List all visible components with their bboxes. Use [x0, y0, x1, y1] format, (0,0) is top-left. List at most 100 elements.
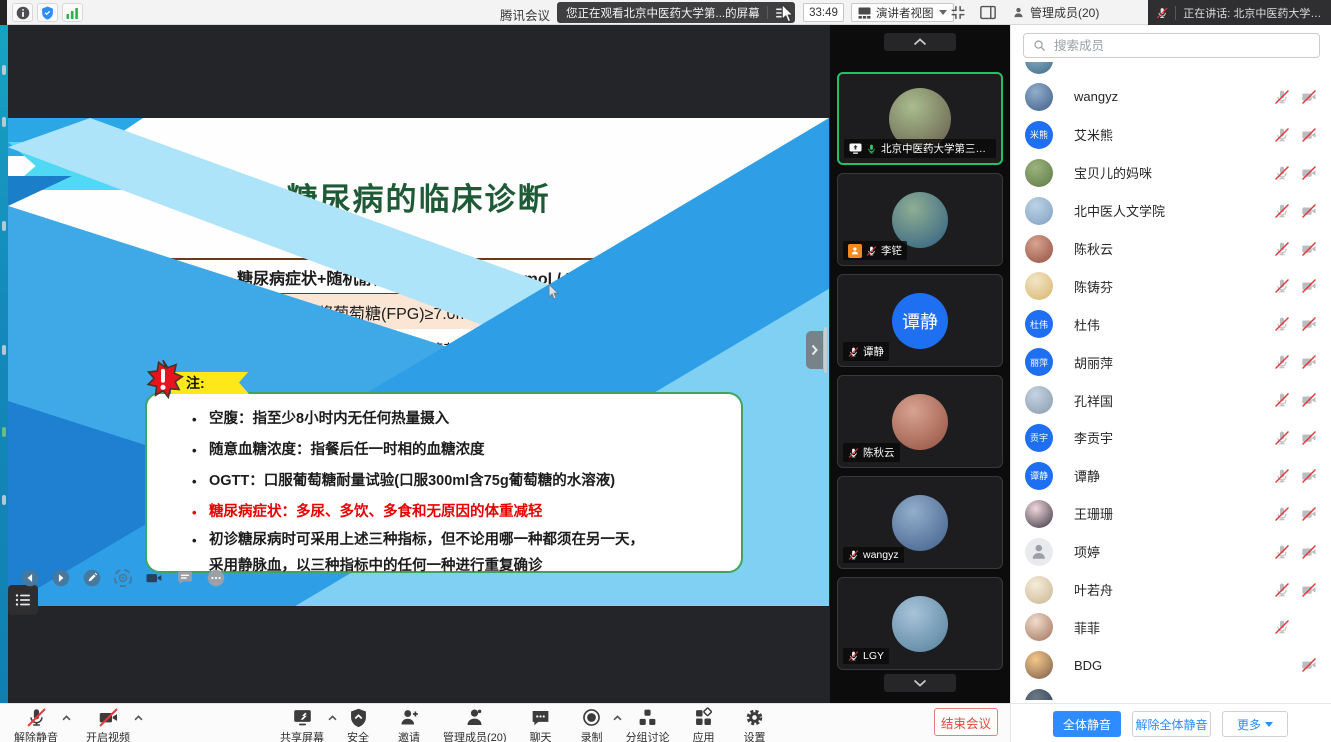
- mic-muted-icon[interactable]: [1273, 203, 1291, 219]
- chevron-up-icon[interactable]: [613, 715, 622, 721]
- member-row[interactable]: 菲菲: [1011, 608, 1331, 646]
- member-row[interactable]: 宝贝儿的妈咪: [1011, 154, 1331, 192]
- mic-muted-icon[interactable]: [1273, 165, 1291, 181]
- camera-off-icon[interactable]: [1300, 506, 1318, 522]
- member-row[interactable]: wangyz: [1011, 78, 1331, 116]
- toolbar-item-apps[interactable]: 应用: [687, 706, 721, 742]
- view-mode-dropdown[interactable]: 演讲者视图: [851, 3, 954, 22]
- mic-muted-icon[interactable]: [1273, 241, 1291, 257]
- camera-off-icon[interactable]: [1300, 241, 1318, 257]
- camera-off-icon[interactable]: [1300, 165, 1318, 181]
- member-row[interactable]: BDG: [1011, 646, 1331, 684]
- slide-control-comment-button[interactable]: [176, 569, 194, 587]
- video-tile[interactable]: 陈秋云: [837, 375, 1003, 468]
- member-row[interactable]: 陈秋云: [1011, 230, 1331, 268]
- member-row[interactable]: 王珊珊: [1011, 495, 1331, 533]
- mic-muted-icon[interactable]: [1273, 127, 1291, 143]
- mute-all-button[interactable]: 全体静音: [1053, 711, 1121, 737]
- member-row[interactable]: 项婷: [1011, 533, 1331, 571]
- video-tile[interactable]: wangyz: [837, 476, 1003, 569]
- avatar: 杜伟: [1025, 310, 1053, 338]
- video-tile[interactable]: 李铓: [837, 173, 1003, 266]
- side-panel-toggle-button[interactable]: [978, 3, 998, 22]
- camera-off-icon[interactable]: [1300, 203, 1318, 219]
- slide-control-more-button[interactable]: [207, 569, 225, 587]
- member-list[interactable]: wangyz米熊艾米熊宝贝儿的妈咪北中医人文学院陈秋云陈铸芬杜伟杜伟丽萍胡丽萍孔…: [1011, 62, 1331, 700]
- member-name: 项婷: [1074, 542, 1100, 561]
- member-row[interactable]: 米熊艾米熊: [1011, 116, 1331, 154]
- member-row[interactable]: 北中医人文学院: [1011, 192, 1331, 230]
- toolbar-item-members[interactable]: 管理成员(20): [443, 706, 507, 742]
- camera-off-icon[interactable]: [1300, 354, 1318, 370]
- camera-off-icon[interactable]: [1300, 89, 1318, 105]
- member-row[interactable]: 贡宇李贡宇: [1011, 419, 1331, 457]
- speaking-label: 正在讲话: 北京中医药大学第三...: [1183, 5, 1323, 21]
- search-input[interactable]: [1023, 33, 1320, 58]
- mic-muted-icon[interactable]: [1273, 544, 1291, 560]
- annotation-list-button[interactable]: [8, 585, 38, 615]
- scrollbar-thumb[interactable]: [824, 327, 827, 373]
- toolbar-item-shield[interactable]: 安全: [341, 706, 375, 742]
- toolbar-item-chat[interactable]: 聊天: [524, 706, 558, 742]
- camera-off-icon[interactable]: [1300, 544, 1318, 560]
- camera-off-icon[interactable]: [1300, 430, 1318, 446]
- camera-off-icon[interactable]: [1300, 316, 1318, 332]
- meeting-info-button[interactable]: [12, 3, 33, 22]
- network-signal-button[interactable]: [62, 3, 83, 22]
- mic-muted-icon[interactable]: [1273, 316, 1291, 332]
- end-meeting-button[interactable]: 结束会议: [934, 708, 998, 736]
- video-tile[interactable]: 谭静谭静: [837, 274, 1003, 367]
- more-button[interactable]: 更多: [1222, 711, 1288, 737]
- toolbar-item-settings[interactable]: 设置: [738, 706, 772, 742]
- video-tile[interactable]: LGY: [837, 577, 1003, 670]
- slide-control-next-button[interactable]: [52, 569, 70, 587]
- security-shield-button[interactable]: [37, 3, 58, 22]
- member-row[interactable]: 谭静谭静: [1011, 457, 1331, 495]
- mic-muted-icon[interactable]: [1273, 468, 1291, 484]
- member-row[interactable]: 丽萍胡丽萍: [1011, 343, 1331, 381]
- mic-muted-icon[interactable]: [1273, 582, 1291, 598]
- slide-control-prev-button[interactable]: [21, 569, 39, 587]
- member-row[interactable]: 叶若舟: [1011, 571, 1331, 609]
- member-row[interactable]: 孔祥国: [1011, 381, 1331, 419]
- exit-fullscreen-button[interactable]: [949, 4, 967, 21]
- unmute-all-button[interactable]: 解除全体静音: [1132, 711, 1211, 737]
- toolbar-item-label: 开启视频: [86, 729, 130, 742]
- strip-scroll-up-button[interactable]: [884, 33, 956, 51]
- collapse-strip-handle[interactable]: [806, 331, 823, 369]
- mic-muted-icon[interactable]: [1273, 619, 1291, 635]
- camera-off-icon[interactable]: [1300, 657, 1318, 673]
- camera-off-icon[interactable]: [1300, 468, 1318, 484]
- mic-muted-icon[interactable]: [1273, 506, 1291, 522]
- mic-muted-icon[interactable]: [1273, 89, 1291, 105]
- mic-muted-icon[interactable]: [1273, 392, 1291, 408]
- member-row[interactable]: 杜伟杜伟: [1011, 305, 1331, 343]
- chevron-up-icon[interactable]: [328, 715, 337, 721]
- toolbar-item-mic-muted[interactable]: 解除静音: [14, 706, 58, 742]
- camera-off-icon[interactable]: [1300, 392, 1318, 408]
- camera-off-icon[interactable]: [1300, 127, 1318, 143]
- tile-nametag: 李铓: [843, 241, 907, 260]
- mic-muted-icon[interactable]: [1273, 354, 1291, 370]
- slide-control-camera-button[interactable]: [145, 569, 163, 587]
- video-tile[interactable]: 北京中医药大学第三附属医院...: [837, 72, 1003, 165]
- toolbar-item-breakout[interactable]: 分组讨论: [626, 706, 670, 742]
- mic-muted-icon[interactable]: [1273, 278, 1291, 294]
- toolbar-item-camera-off[interactable]: 开启视频: [86, 706, 130, 742]
- mic-muted-icon[interactable]: [1273, 430, 1291, 446]
- camera-off-icon[interactable]: [1300, 278, 1318, 294]
- slide-control-laser-button[interactable]: [114, 569, 132, 587]
- toolbar-item-record[interactable]: 录制: [575, 706, 609, 742]
- slide-control-pen-button[interactable]: [83, 569, 101, 587]
- manage-members-indicator[interactable]: 管理成员(20): [1012, 4, 1099, 21]
- camera-off-icon[interactable]: [1300, 582, 1318, 598]
- member-row[interactable]: 陈铸芬: [1011, 267, 1331, 305]
- apps-icon: [693, 707, 714, 728]
- toolbar-item-invite[interactable]: 邀请: [392, 706, 426, 742]
- chevron-up-icon[interactable]: [134, 715, 143, 721]
- toolbar-item-label: 安全: [347, 729, 369, 742]
- strip-scroll-down-button[interactable]: [884, 674, 956, 692]
- toolbar-item-share-screen[interactable]: 共享屏幕: [280, 706, 324, 742]
- chevron-up-icon[interactable]: [62, 715, 71, 721]
- camera-off-icon: [98, 707, 119, 728]
